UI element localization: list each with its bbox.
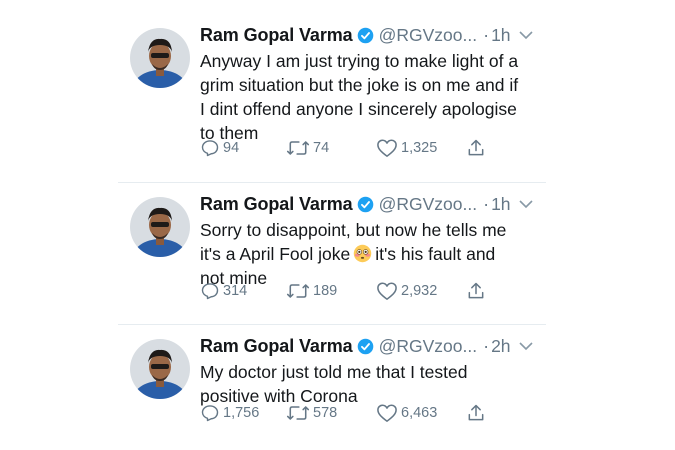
caret-down-icon[interactable] bbox=[518, 30, 533, 40]
tweet-2[interactable]: Ram Gopal Varma @RGVzoo... · 1h Sorry to… bbox=[118, 182, 546, 324]
reply-button[interactable]: 314 bbox=[200, 281, 247, 301]
tweet-header: Ram Gopal Varma @RGVzoo... · 1h bbox=[200, 193, 540, 215]
caret-down-icon[interactable] bbox=[518, 199, 533, 209]
retweet-button[interactable]: 74 bbox=[286, 138, 329, 158]
tweet-line: I dint offend anyone I sincerely apologi… bbox=[200, 99, 517, 119]
retweet-count: 189 bbox=[313, 283, 338, 299]
tweet-line: to them bbox=[200, 123, 259, 143]
retweet-icon bbox=[286, 284, 310, 298]
like-count: 2,932 bbox=[401, 283, 438, 299]
tweet-line: My doctor just told me that I tested bbox=[200, 362, 468, 382]
tweet-line: not mine bbox=[200, 268, 268, 288]
timestamp[interactable]: 2h bbox=[491, 336, 510, 357]
like-button[interactable]: 1,325 bbox=[376, 138, 437, 158]
share-icon bbox=[468, 139, 484, 156]
caret-down-icon[interactable] bbox=[518, 341, 533, 351]
reply-count: 1,756 bbox=[223, 405, 260, 421]
tweet-line-part: it's a April Fool joke bbox=[200, 244, 351, 264]
share-icon bbox=[468, 282, 484, 299]
separator-dot: · bbox=[483, 193, 490, 214]
reply-button[interactable]: 94 bbox=[200, 138, 239, 158]
handle[interactable]: @RGVzoo... bbox=[379, 25, 478, 46]
handle[interactable]: @RGVzoo... bbox=[379, 194, 478, 215]
retweet-count: 74 bbox=[313, 140, 330, 156]
tweet-line: Anyway I am just trying to make light of… bbox=[200, 51, 519, 71]
tweet-text: My doctor just told me that I tested pos… bbox=[200, 360, 540, 408]
tweet-text: Sorry to disappoint, but now he tells me… bbox=[200, 218, 540, 290]
share-icon bbox=[468, 404, 484, 421]
tweet-text: Anyway I am just trying to make light of… bbox=[200, 49, 540, 145]
reply-icon bbox=[201, 283, 219, 300]
reply-count: 94 bbox=[223, 140, 240, 156]
tweet-3[interactable]: Ram Gopal Varma @RGVzoo... · 2h My docto… bbox=[118, 324, 546, 450]
tweet-line: it's a April Fool joke it's his fault and bbox=[200, 242, 540, 266]
retweet-icon bbox=[286, 141, 310, 155]
share-button[interactable] bbox=[466, 403, 489, 423]
avatar[interactable] bbox=[130, 28, 190, 88]
display-name[interactable]: Ram Gopal Varma bbox=[200, 25, 353, 46]
display-name[interactable]: Ram Gopal Varma bbox=[200, 336, 353, 357]
like-count: 6,463 bbox=[401, 405, 438, 421]
tweet-1[interactable]: Ram Gopal Varma @RGVzoo... · 1h Anyway I… bbox=[118, 14, 546, 182]
verified-badge-icon bbox=[357, 196, 373, 212]
timestamp[interactable]: 1h bbox=[491, 194, 510, 215]
reply-icon bbox=[201, 405, 219, 422]
tweet-header: Ram Gopal Varma @RGVzoo... · 2h bbox=[200, 335, 540, 357]
like-icon bbox=[377, 282, 397, 300]
like-button[interactable]: 2,932 bbox=[376, 281, 437, 301]
retweet-button[interactable]: 189 bbox=[286, 281, 337, 301]
like-icon bbox=[377, 139, 397, 157]
tweet-header: Ram Gopal Varma @RGVzoo... · 1h bbox=[200, 24, 540, 46]
display-name[interactable]: Ram Gopal Varma bbox=[200, 194, 353, 215]
flushed-face-emoji bbox=[354, 244, 372, 263]
separator-dot: · bbox=[483, 335, 490, 356]
tweet-feed: Ram Gopal Varma @RGVzoo... · 1h Anyway I… bbox=[118, 0, 546, 450]
share-button[interactable] bbox=[466, 138, 489, 158]
timestamp[interactable]: 1h bbox=[491, 25, 510, 46]
separator-dot: · bbox=[483, 24, 490, 45]
reply-button[interactable]: 1,756 bbox=[200, 403, 259, 423]
verified-badge-icon bbox=[357, 338, 373, 354]
share-button[interactable] bbox=[466, 281, 489, 301]
tweet-line-part: it's his fault and bbox=[375, 244, 496, 264]
tweet-line: grim situation but the joke is on me and… bbox=[200, 75, 519, 95]
verified-badge-icon bbox=[357, 27, 373, 43]
like-button[interactable]: 6,463 bbox=[376, 403, 437, 423]
like-icon bbox=[377, 404, 397, 422]
avatar[interactable] bbox=[130, 339, 190, 399]
retweet-button[interactable]: 578 bbox=[286, 403, 337, 423]
handle[interactable]: @RGVzoo... bbox=[379, 336, 478, 357]
avatar[interactable] bbox=[130, 197, 190, 257]
reply-icon bbox=[201, 140, 219, 157]
reply-count: 314 bbox=[223, 283, 248, 299]
retweet-icon bbox=[286, 406, 310, 420]
retweet-count: 578 bbox=[313, 405, 338, 421]
tweet-line: Sorry to disappoint, but now he tells me bbox=[200, 220, 507, 240]
like-count: 1,325 bbox=[401, 140, 438, 156]
